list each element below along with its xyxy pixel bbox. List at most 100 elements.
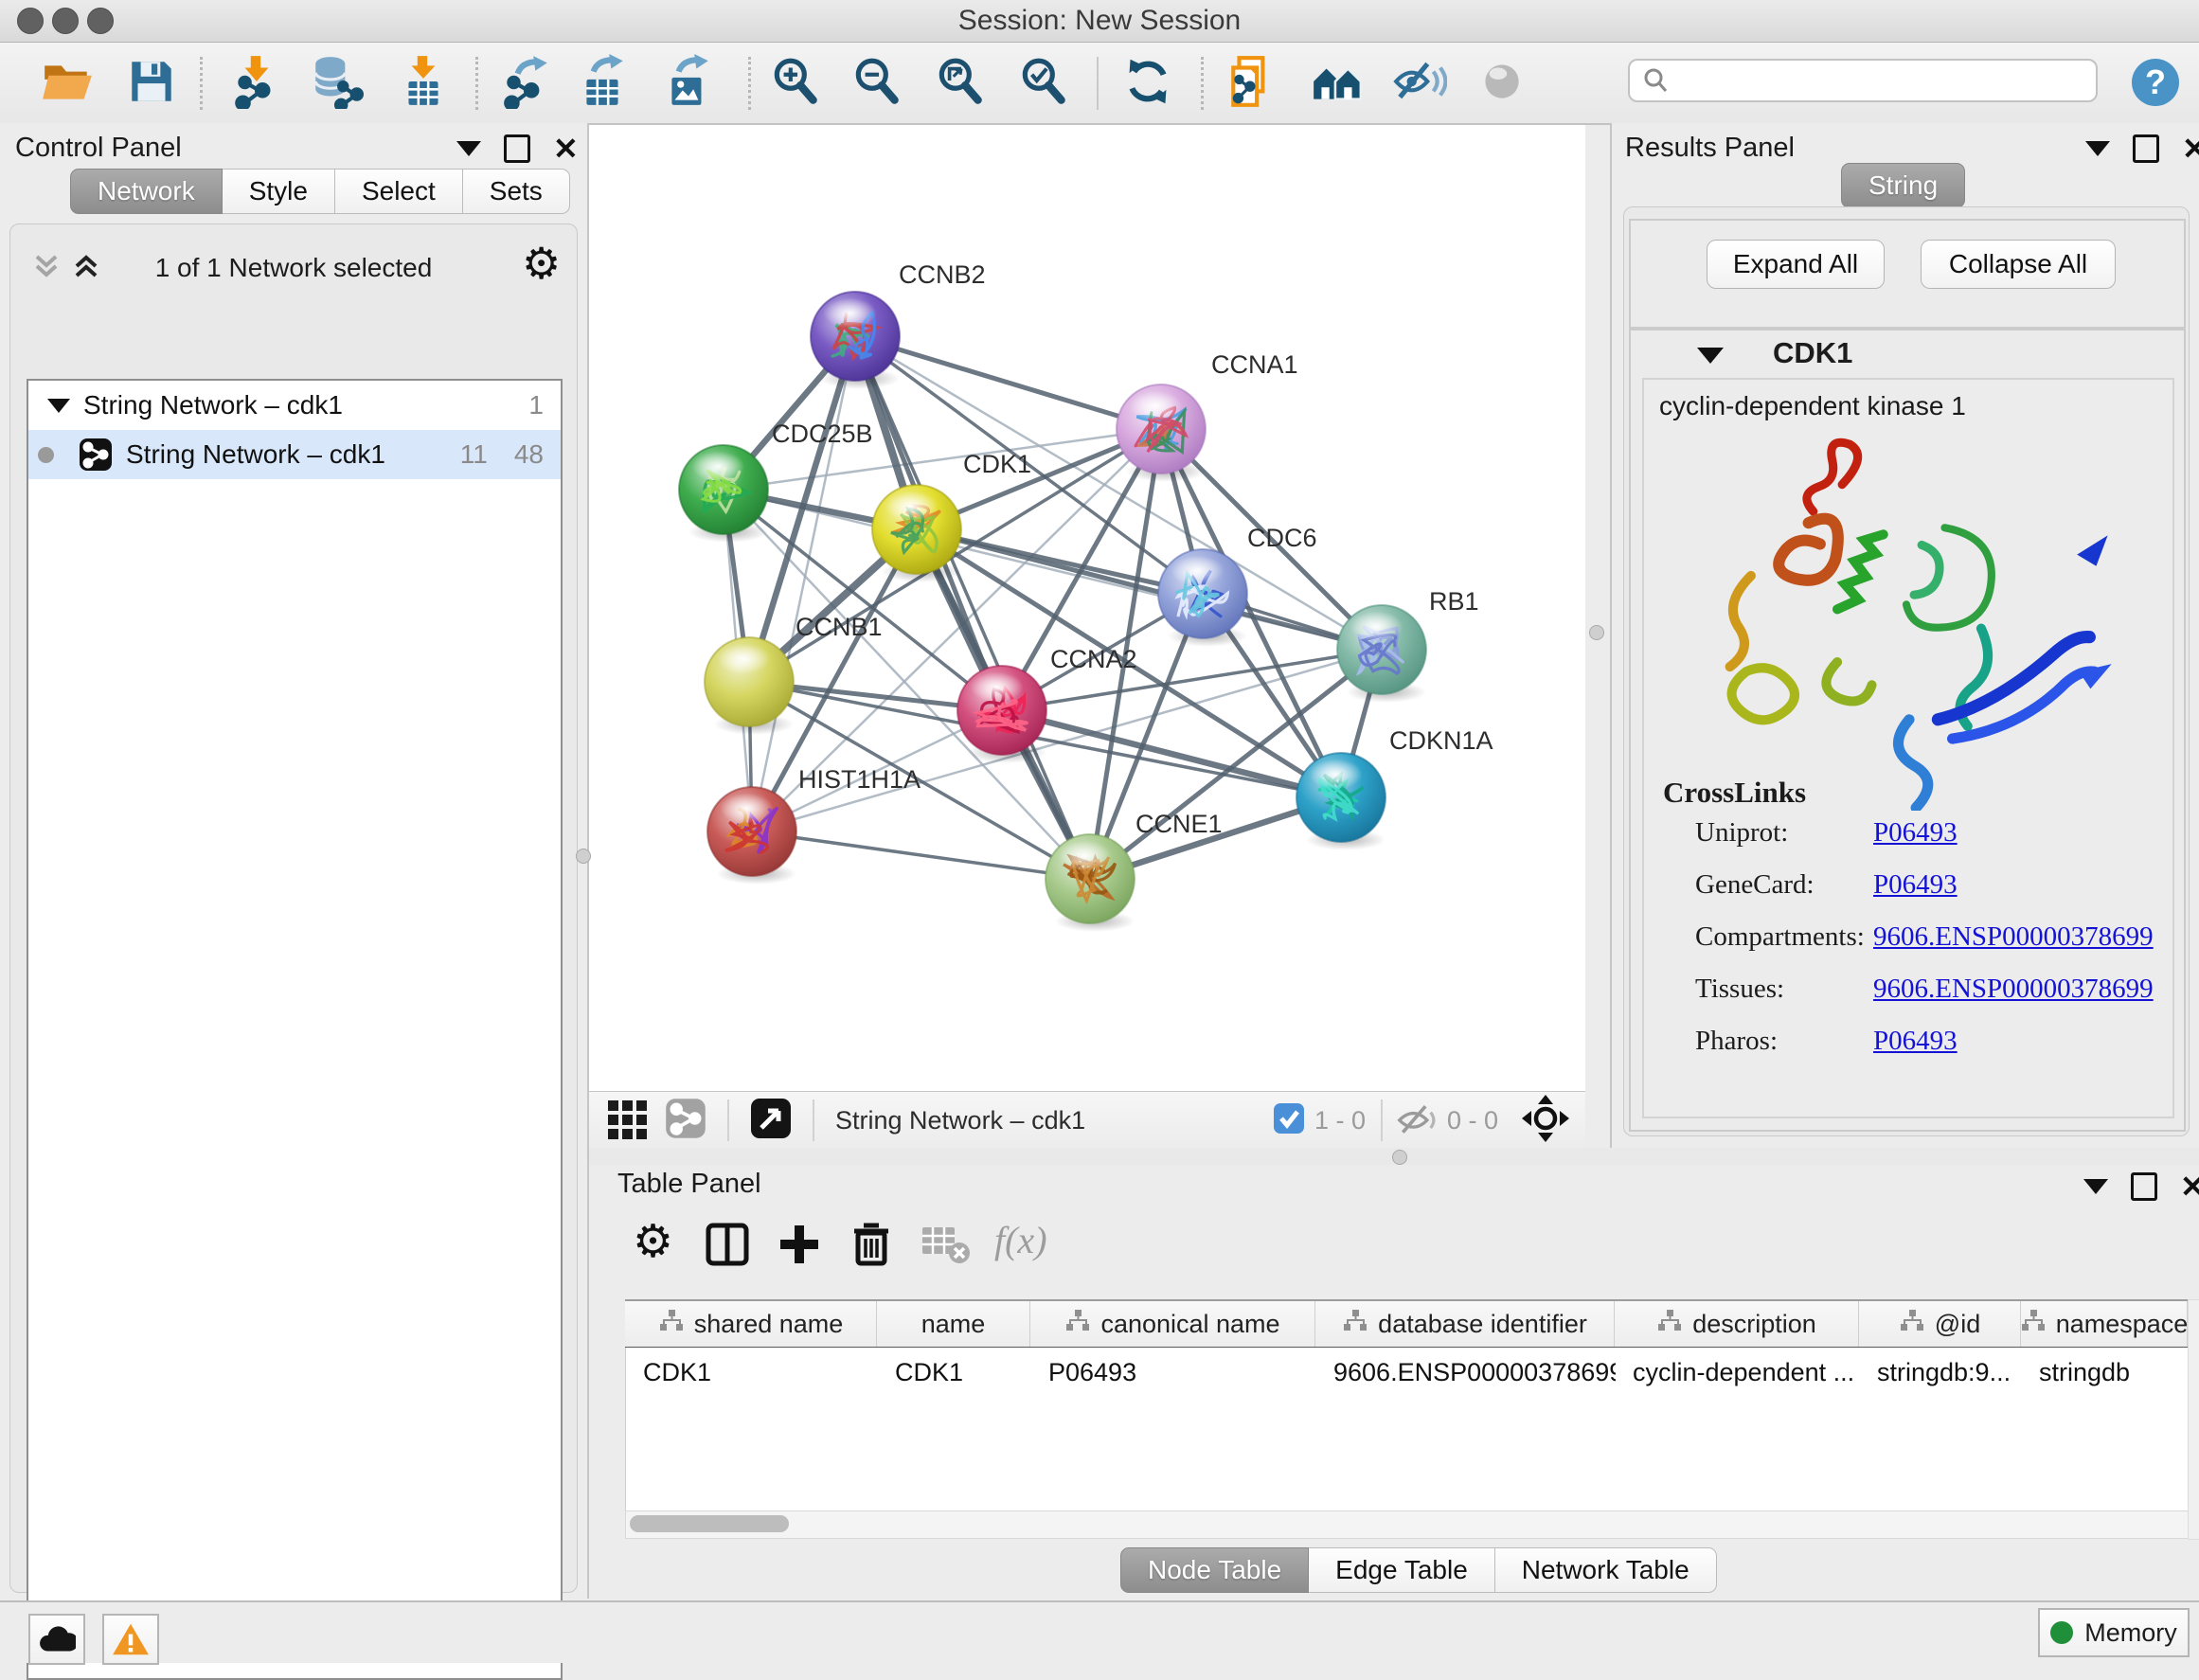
table-v-scrollbar[interactable] (2188, 1299, 2199, 1540)
network-node-hist1h1a[interactable] (707, 787, 796, 885)
string-view-badge-icon[interactable] (665, 1098, 706, 1144)
column-header--id[interactable]: @id (1859, 1301, 2021, 1347)
search-field[interactable] (1628, 59, 2098, 102)
fit-center-crosshair-icon[interactable] (1521, 1094, 1570, 1148)
open-in-browser-icon[interactable] (750, 1098, 792, 1144)
network-edge[interactable] (855, 336, 1090, 879)
column-header-name[interactable]: name (877, 1301, 1030, 1347)
hide-selected-icon[interactable] (1392, 54, 1447, 109)
tab-select[interactable]: Select (335, 169, 463, 214)
table-cell[interactable]: stringdb:9... (1860, 1348, 2022, 1397)
table-cell[interactable]: CDK1 (626, 1348, 878, 1397)
table-options-gear-icon[interactable]: ⚙ (633, 1220, 673, 1265)
cloud-button[interactable] (28, 1614, 85, 1665)
tab-style[interactable]: Style (223, 169, 335, 214)
network-node-ccne1[interactable] (1046, 834, 1135, 932)
zoom-in-icon[interactable] (768, 54, 823, 109)
selected-checkbox-icon[interactable] (1273, 1102, 1305, 1139)
show-all-icon[interactable] (1475, 54, 1529, 109)
import-network-file-icon[interactable] (229, 54, 284, 109)
clone-network-icon[interactable] (1225, 54, 1280, 109)
network-node-rb1[interactable] (1337, 605, 1426, 703)
column-header-canonical-name[interactable]: canonical name (1030, 1301, 1315, 1347)
float-panel-icon[interactable] (2131, 1172, 2157, 1201)
tab-network-table[interactable]: Network Table (1495, 1547, 1717, 1593)
network-node-ccna1[interactable] (1117, 384, 1206, 482)
birds-eye-view-icon[interactable] (606, 1097, 650, 1145)
table-row[interactable]: CDK1CDK1P064939606.ENSP00000378699cyclin… (626, 1348, 2189, 1397)
memory-button[interactable]: Memory (2038, 1608, 2190, 1657)
tab-node-table[interactable]: Node Table (1120, 1547, 1309, 1593)
horizontal-splitter-handle[interactable] (1392, 1150, 1407, 1165)
network-options-gear-icon[interactable]: ⚙ (522, 241, 561, 285)
crosslink-value-link[interactable]: P06493 (1873, 817, 1958, 849)
table-cell[interactable]: cyclin-dependent ... (1616, 1348, 1860, 1397)
tab-string[interactable]: String (1841, 163, 1965, 208)
network-node-ccnb1[interactable] (705, 637, 794, 735)
table-cell[interactable]: 9606.ENSP00000378699 (1316, 1348, 1616, 1397)
close-panel-icon[interactable]: ✕ (553, 137, 579, 160)
zoom-out-icon[interactable] (849, 54, 904, 109)
import-network-database-icon[interactable] (309, 54, 364, 109)
vertical-splitter-handle[interactable] (1589, 625, 1604, 640)
save-session-icon[interactable] (124, 54, 179, 109)
function-builder-icon[interactable]: f(x) (994, 1218, 1047, 1262)
tab-network[interactable]: Network (70, 169, 223, 214)
tab-edge-table[interactable]: Edge Table (1309, 1547, 1495, 1593)
delete-table-icon[interactable] (921, 1224, 970, 1270)
table-cell[interactable]: stringdb (2022, 1348, 2189, 1397)
crosslink-value-link[interactable]: P06493 (1873, 869, 1958, 901)
export-network-icon[interactable] (500, 54, 555, 109)
network-node-cdk1[interactable] (872, 485, 961, 582)
import-table-file-icon[interactable] (396, 54, 451, 109)
column-header-shared-name[interactable]: shared name (625, 1301, 877, 1347)
warnings-button[interactable] (102, 1614, 159, 1665)
tree-expand-icon[interactable] (47, 399, 70, 413)
network-node-cdkn1a[interactable] (1296, 753, 1386, 850)
horizontal-splitter[interactable] (589, 1148, 2199, 1165)
network-node-ccnb2[interactable] (811, 292, 900, 389)
table-cell[interactable]: CDK1 (878, 1348, 1031, 1397)
hidden-eye-slash-icon[interactable] (1396, 1099, 1438, 1142)
first-neighbors-icon[interactable] (1310, 54, 1365, 109)
open-session-icon[interactable] (40, 54, 95, 109)
show-columns-icon[interactable] (705, 1222, 750, 1272)
crosslink-value-link[interactable]: P06493 (1873, 1026, 1958, 1057)
network-node-cdc6[interactable] (1158, 549, 1247, 647)
network-edge[interactable] (855, 336, 1161, 429)
table-cell[interactable]: P06493 (1031, 1348, 1316, 1397)
export-image-icon[interactable] (661, 54, 716, 109)
column-header-database-identifier[interactable]: database identifier (1315, 1301, 1615, 1347)
column-header-description[interactable]: description (1615, 1301, 1859, 1347)
network-edge[interactable] (752, 336, 855, 831)
create-column-icon[interactable] (777, 1222, 822, 1272)
zoom-selected-icon[interactable] (1016, 54, 1071, 109)
collapse-all-button[interactable]: Collapse All (1921, 240, 2116, 289)
help-icon[interactable]: ? (2129, 56, 2182, 114)
column-header-namespace[interactable]: namespace (2021, 1301, 2188, 1347)
float-panel-icon[interactable] (2133, 134, 2159, 163)
network-graph[interactable]: CCNB2CCNA1CDC25BCDK1CDC6RB1CCNB1CCNA2CDK… (589, 125, 1585, 1091)
network-node-ccna2[interactable] (957, 666, 1046, 763)
network-view-canvas[interactable]: CCNB2CCNA1CDC25BCDK1CDC6RB1CCNB1CCNA2CDK… (589, 125, 1585, 1091)
network-row-selected[interactable]: String Network – cdk1 11 48 (28, 430, 561, 479)
network-edge[interactable] (752, 650, 1382, 831)
collapse-panel-icon[interactable] (2085, 141, 2110, 156)
export-table-icon[interactable] (576, 54, 631, 109)
network-edge[interactable] (752, 831, 1090, 879)
table-h-scrollbar-thumb[interactable] (630, 1515, 789, 1532)
crosslink-value-link[interactable]: 9606.ENSP00000378699 (1873, 974, 2154, 1005)
vertical-splitter-handle[interactable] (576, 849, 591, 864)
crosslink-value-link[interactable]: 9606.ENSP00000378699 (1873, 921, 2154, 953)
table-h-scrollbar[interactable] (625, 1510, 2190, 1539)
section-collapse-icon[interactable] (1697, 348, 1724, 364)
close-panel-icon[interactable]: ✕ (2182, 137, 2199, 160)
collapse-panel-icon[interactable] (456, 141, 481, 156)
close-panel-icon[interactable]: ✕ (2180, 1175, 2199, 1198)
network-node-cdc25b[interactable] (679, 445, 768, 543)
expand-all-button[interactable]: Expand All (1707, 240, 1885, 289)
apply-layout-icon[interactable] (1120, 54, 1175, 109)
collapse-panel-icon[interactable] (2083, 1179, 2108, 1194)
float-panel-icon[interactable] (504, 134, 530, 163)
tab-sets[interactable]: Sets (463, 169, 570, 214)
